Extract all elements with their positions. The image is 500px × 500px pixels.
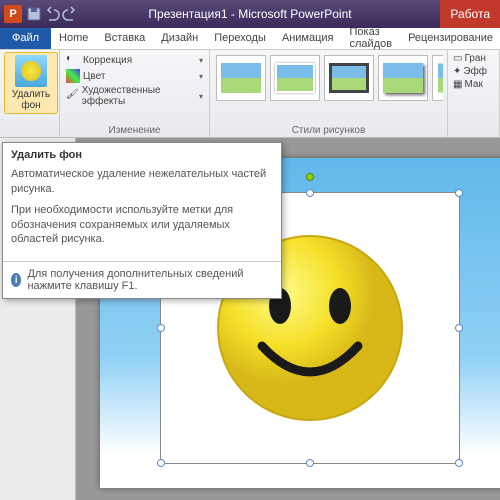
chevron-down-icon: ▾ <box>199 56 203 65</box>
info-icon: i <box>11 273 21 287</box>
group-label-adjust: Изменение <box>60 125 209 136</box>
resize-handle[interactable] <box>306 459 314 467</box>
tab-slideshow[interactable]: Показ слайдов <box>342 27 401 49</box>
resize-handle[interactable] <box>455 459 463 467</box>
group-picture-styles: Стили рисунков <box>210 50 448 137</box>
style-thumb[interactable] <box>270 55 320 101</box>
file-tab[interactable]: Файл <box>0 27 51 49</box>
chevron-down-icon: ▾ <box>199 92 203 101</box>
resize-handle[interactable] <box>306 189 314 197</box>
tab-insert[interactable]: Вставка <box>96 27 153 49</box>
titlebar: P Презентация1 - Microsoft PowerPoint Ра… <box>0 0 500 28</box>
save-icon[interactable] <box>26 6 42 22</box>
ribbon-tabs: Файл Home Вставка Дизайн Переходы Анимац… <box>0 28 500 50</box>
tooltip-footer: i Для получения дополнительных сведений … <box>3 261 281 298</box>
chevron-down-icon: ▾ <box>199 72 203 81</box>
group-adjust: ◐Коррекция▾ Цвет▾ 🖌Художественные эффект… <box>60 50 210 137</box>
window-title: Презентация1 - Microsoft PowerPoint <box>148 7 351 21</box>
picture-layout-button[interactable]: ▦Мак <box>452 78 495 91</box>
tab-design[interactable]: Дизайн <box>153 27 206 49</box>
remove-background-button[interactable]: Удалитьфон <box>4 52 58 114</box>
picture-style-gallery[interactable] <box>214 52 443 118</box>
tooltip-title: Удалить фон <box>3 143 281 165</box>
undo-icon[interactable] <box>44 6 60 22</box>
tab-transitions[interactable]: Переходы <box>206 27 274 49</box>
remove-background-icon <box>15 55 47 87</box>
layout-icon: ▦ <box>453 79 462 90</box>
quick-access-toolbar <box>26 6 78 22</box>
style-thumb[interactable] <box>432 55 443 101</box>
color-button[interactable]: Цвет▾ <box>64 68 205 84</box>
resize-handle[interactable] <box>157 459 165 467</box>
style-thumb[interactable] <box>378 55 428 101</box>
picture-effects-button[interactable]: ✦Эфф <box>452 65 495 78</box>
tab-home[interactable]: Home <box>51 27 96 49</box>
tooltip-remove-background: Удалить фон Автоматическое удаление неже… <box>2 142 282 299</box>
color-icon <box>66 69 80 83</box>
corrections-button[interactable]: ◐Коррекция▾ <box>64 52 205 68</box>
corrections-icon: ◐ <box>66 53 80 67</box>
group-picture-format: ▭Гран ✦Эфф ▦Мак <box>448 50 500 137</box>
rotate-handle[interactable] <box>306 173 314 181</box>
resize-handle[interactable] <box>455 189 463 197</box>
tooltip-body: Автоматическое удаление нежелательных ча… <box>3 165 281 261</box>
remove-background-label: Удалитьфон <box>12 89 50 111</box>
ribbon: Удалитьфон ◐Коррекция▾ Цвет▾ 🖌Художестве… <box>0 50 500 138</box>
style-thumb[interactable] <box>324 55 374 101</box>
style-thumb[interactable] <box>216 55 266 101</box>
effects-icon: ✦ <box>453 66 461 77</box>
group-remove-background: Удалитьфон <box>0 50 60 137</box>
resize-handle[interactable] <box>157 324 165 332</box>
app-icon: P <box>4 5 22 23</box>
redo-icon[interactable] <box>62 6 78 22</box>
artistic-effects-button[interactable]: 🖌Художественные эффекты▾ <box>64 84 205 108</box>
tab-review[interactable]: Рецензирование <box>400 27 500 49</box>
picture-tools-context-tab[interactable]: Работа <box>440 0 500 28</box>
resize-handle[interactable] <box>455 324 463 332</box>
picture-border-button[interactable]: ▭Гран <box>452 52 495 65</box>
group-label-styles: Стили рисунков <box>210 125 447 136</box>
artistic-icon: 🖌 <box>66 89 79 103</box>
tab-animations[interactable]: Анимация <box>274 27 342 49</box>
border-icon: ▭ <box>453 53 462 64</box>
